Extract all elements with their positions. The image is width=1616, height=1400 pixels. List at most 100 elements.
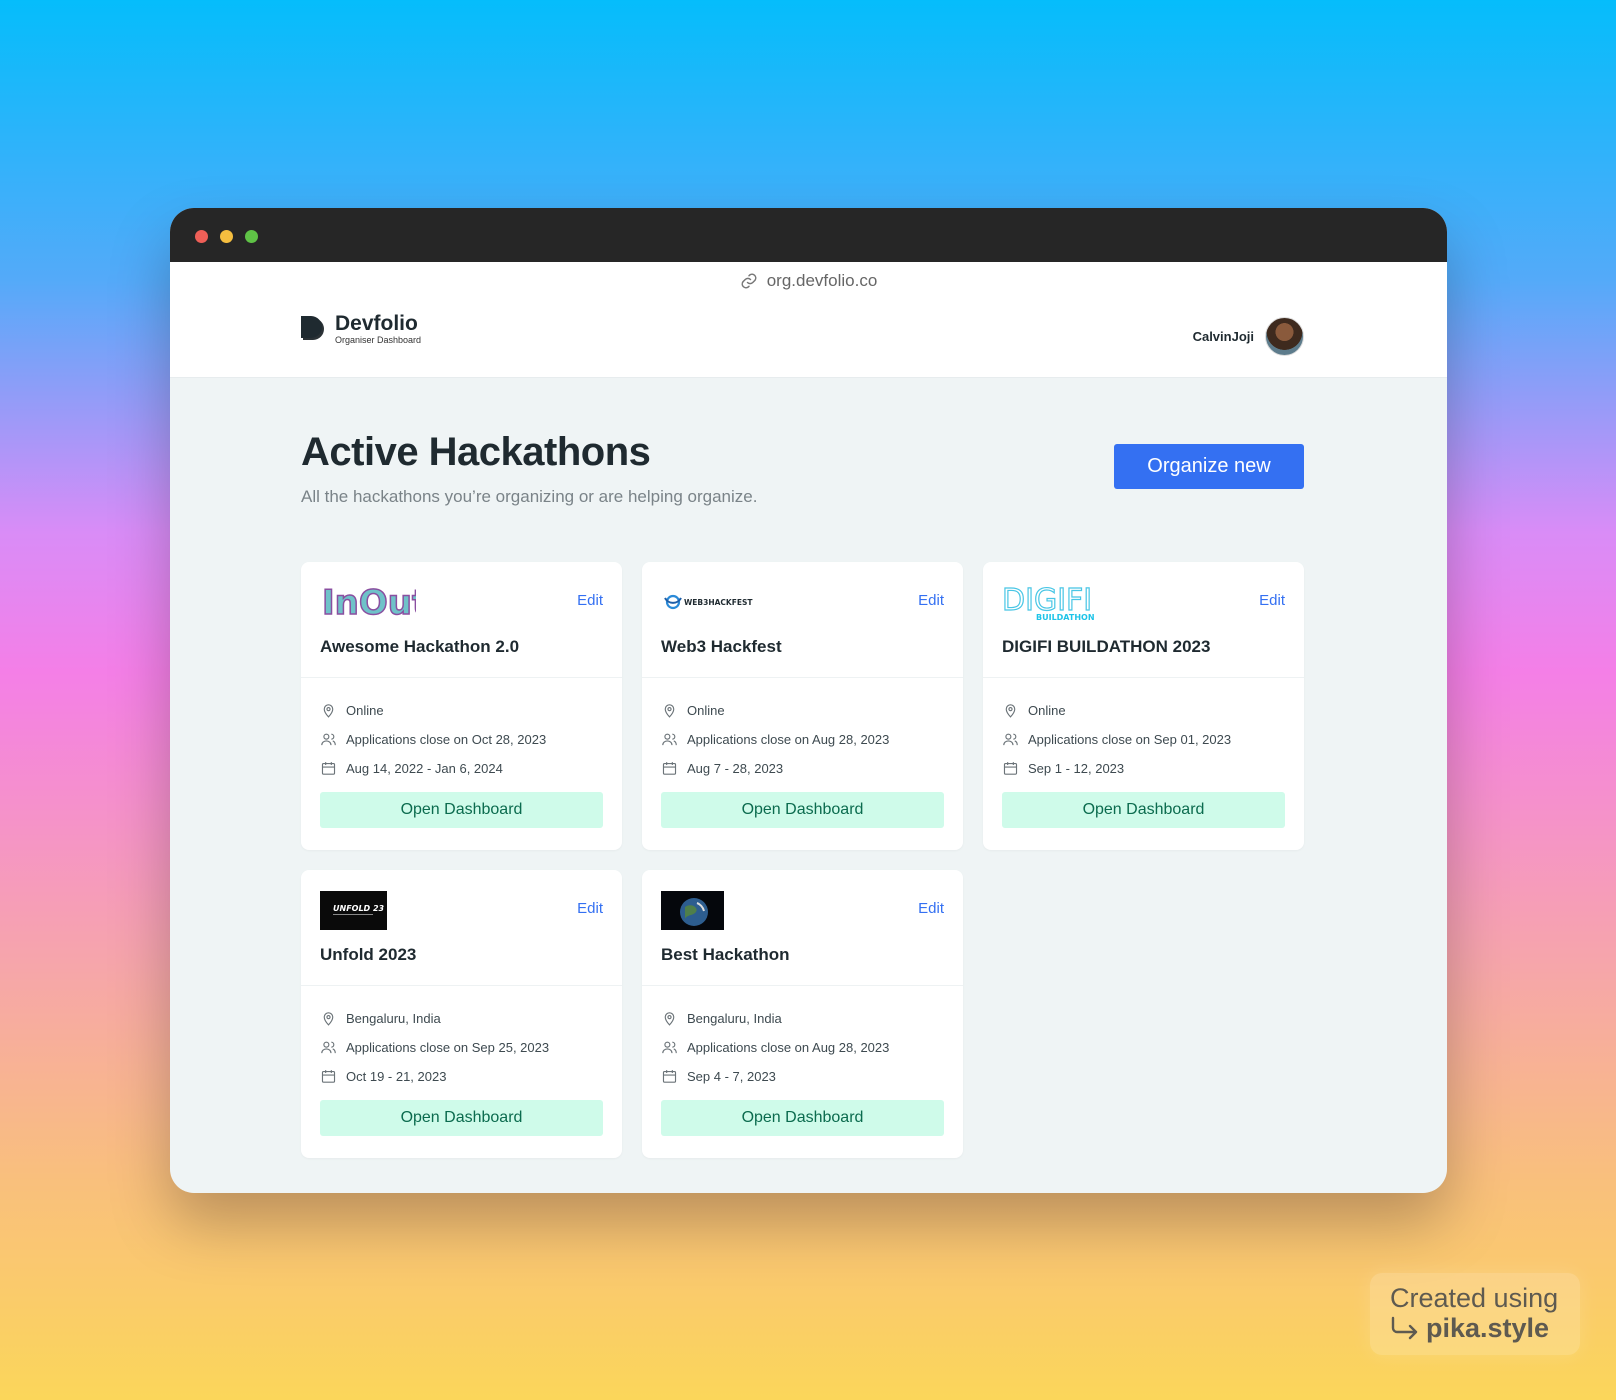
hackathon-card: Edit Best Hackathon Bengaluru, India App… (642, 870, 963, 1158)
hackathon-card: WEB3HACKFEST Edit Web3 Hackfest Online A… (642, 562, 963, 850)
open-dashboard-button[interactable]: Open Dashboard (661, 1100, 944, 1136)
brand-subtitle: Organiser Dashboard (335, 335, 422, 345)
calendar-icon (321, 1070, 336, 1083)
maximize-window-button[interactable] (245, 230, 258, 243)
app-header: Devfolio Organiser Dashboard CalvinJoji (170, 300, 1447, 378)
location-text: Bengaluru, India (687, 1011, 782, 1026)
location-text: Online (1028, 703, 1066, 718)
user-name: CalvinJoji (1192, 329, 1254, 344)
applications-text: Applications close on Aug 28, 2023 (687, 732, 890, 747)
organize-new-button[interactable]: Organize new (1114, 444, 1304, 489)
applications-row: Applications close on Oct 28, 2023 (320, 725, 603, 754)
hackathon-logo: DIGIFI BUILDATHON (1002, 582, 1285, 622)
applications-text: Applications close on Aug 28, 2023 (687, 1040, 890, 1055)
dates-row: Sep 1 - 12, 2023 (1002, 754, 1285, 783)
open-dashboard-button[interactable]: Open Dashboard (661, 792, 944, 828)
link-icon (741, 273, 757, 289)
hackathon-logo: InOut (320, 582, 603, 622)
users-icon (662, 733, 677, 746)
avatar[interactable] (1265, 317, 1304, 356)
watermark-brand: pika.style (1426, 1313, 1550, 1343)
pika-style-watermark: Created using pika.style (1370, 1273, 1580, 1355)
page-subtitle: All the hackathons you’re organizing or … (301, 487, 758, 506)
watermark-line2: pika.style (1390, 1313, 1560, 1343)
applications-text: Applications close on Sep 25, 2023 (346, 1040, 550, 1055)
hackathon-logo: WEB3HACKFEST (661, 582, 944, 622)
edit-link[interactable]: Edit (918, 592, 944, 609)
calendar-icon (662, 1070, 677, 1083)
hackathon-name: Awesome Hackathon 2.0 (320, 637, 520, 656)
hackathon-logo (661, 890, 944, 930)
svg-text:InOut: InOut (322, 583, 416, 622)
dates-row: Oct 19 - 21, 2023 (320, 1062, 603, 1091)
hackathon-card: UNFOLD 23 Edit Unfold 2023 Bengaluru, In… (301, 870, 622, 1158)
hackathon-logo: UNFOLD 23 (320, 890, 603, 930)
dates-text: Aug 14, 2022 - Jan 6, 2024 (346, 761, 503, 776)
hackathon-name: Best Hackathon (661, 945, 790, 964)
location-text: Online (346, 703, 384, 718)
calendar-icon (321, 762, 336, 775)
user-menu[interactable]: CalvinJoji (1193, 317, 1304, 356)
location-pin-icon (1005, 704, 1016, 718)
calendar-icon (1003, 762, 1018, 775)
applications-row: Applications close on Aug 28, 2023 (661, 1033, 944, 1062)
users-icon (662, 1041, 677, 1054)
url-text: org.devfolio.co (766, 271, 878, 290)
users-icon (1003, 733, 1018, 746)
dates-text: Sep 1 - 12, 2023 (1028, 761, 1125, 776)
browser-window: org.devfolio.co Devfolio Organiser Dashb… (170, 208, 1447, 1193)
close-window-button[interactable] (195, 230, 208, 243)
hackathon-grid: InOut Edit Awesome Hackathon 2.0 Online … (301, 562, 1316, 1158)
window-titlebar (170, 208, 1447, 262)
applications-row: Applications close on Sep 25, 2023 (320, 1033, 603, 1062)
edit-link[interactable]: Edit (1259, 592, 1285, 609)
digifi-logo-icon: DIGIFI BUILDATHON (1002, 582, 1095, 622)
dates-text: Sep 4 - 7, 2023 (687, 1069, 776, 1084)
applications-row: Applications close on Sep 01, 2023 (1002, 725, 1285, 754)
svg-text:WEB3HACKFEST: WEB3HACKFEST (684, 598, 753, 607)
location-row: Bengaluru, India (320, 1004, 603, 1033)
main-content: Active Hackathons All the hackathons you… (170, 378, 1447, 1158)
users-icon (321, 1041, 336, 1054)
earth-logo-icon (661, 890, 724, 930)
location-text: Online (687, 703, 725, 718)
dates-text: Oct 19 - 21, 2023 (346, 1069, 447, 1084)
svg-text:UNFOLD 23: UNFOLD 23 (333, 904, 385, 913)
open-dashboard-button[interactable]: Open Dashboard (1002, 792, 1285, 828)
location-row: Online (661, 696, 944, 725)
open-dashboard-button[interactable]: Open Dashboard (320, 1100, 603, 1136)
hackathon-name: Unfold 2023 (320, 945, 417, 964)
location-pin-icon (664, 1012, 675, 1026)
dates-text: Aug 7 - 28, 2023 (687, 761, 784, 776)
edit-link[interactable]: Edit (577, 900, 603, 917)
location-row: Bengaluru, India (661, 1004, 944, 1033)
calendar-icon (662, 762, 677, 775)
address-bar[interactable]: org.devfolio.co (170, 262, 1447, 300)
inout-logo-icon: InOut (321, 582, 416, 622)
hackathon-name: Web3 Hackfest (661, 637, 782, 656)
edit-link[interactable]: Edit (918, 900, 944, 917)
brand-name: Devfolio (335, 312, 418, 335)
users-icon (321, 733, 336, 746)
open-dashboard-button[interactable]: Open Dashboard (320, 792, 603, 828)
arrow-return-icon (1391, 1316, 1418, 1340)
applications-text: Applications close on Oct 28, 2023 (346, 732, 547, 747)
edit-link[interactable]: Edit (577, 592, 603, 609)
location-row: Online (1002, 696, 1285, 725)
watermark-line1: Created using (1390, 1283, 1559, 1313)
unfold-logo-icon: UNFOLD 23 (320, 890, 387, 930)
brand-logo-link[interactable]: Devfolio Organiser Dashboard (301, 313, 421, 346)
applications-text: Applications close on Sep 01, 2023 (1028, 732, 1232, 747)
web3hackfest-logo-icon: WEB3HACKFEST (664, 594, 753, 610)
minimize-window-button[interactable] (220, 230, 233, 243)
hackathon-name: DIGIFI BUILDATHON 2023 (1002, 637, 1211, 656)
location-text: Bengaluru, India (346, 1011, 441, 1026)
applications-row: Applications close on Aug 28, 2023 (661, 725, 944, 754)
dates-row: Aug 7 - 28, 2023 (661, 754, 944, 783)
location-pin-icon (664, 704, 675, 718)
location-row: Online (320, 696, 603, 725)
dates-row: Aug 14, 2022 - Jan 6, 2024 (320, 754, 603, 783)
location-pin-icon (323, 704, 334, 718)
hackathon-card: DIGIFI BUILDATHON Edit DIGIFI BUILDATHON… (983, 562, 1304, 850)
hackathon-card: InOut Edit Awesome Hackathon 2.0 Online … (301, 562, 622, 850)
